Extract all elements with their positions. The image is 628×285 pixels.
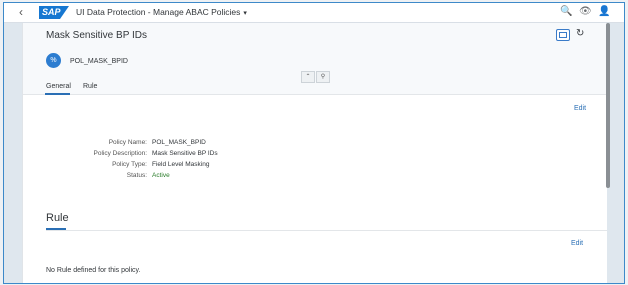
app-title-menu[interactable]: UI Data Protection - Manage ABAC Policie… — [76, 7, 247, 17]
logo-text: SAP — [42, 7, 61, 17]
general-edit-link[interactable]: Edit — [574, 105, 586, 112]
tab-rule[interactable]: Rule — [83, 83, 97, 90]
avatar: % — [46, 53, 61, 68]
tab-selected-indicator — [45, 93, 70, 95]
pin-header-button[interactable]: ⚲ — [316, 71, 330, 83]
app-window: ‹ SAP UI Data Protection - Manage ABAC P… — [3, 2, 625, 284]
sap-logo: SAP — [39, 6, 69, 19]
back-icon[interactable]: ‹ — [19, 5, 23, 19]
refresh-icon[interactable]: ↻ — [576, 28, 584, 39]
policy-type-label: Policy Type: — [112, 161, 147, 168]
rule-empty-text: No Rule defined for this policy. — [46, 267, 141, 274]
object-header: Mask Sensitive BP IDs ↻ % POL_MASK_BPID … — [23, 23, 607, 95]
page-title: Mask Sensitive BP IDs — [46, 30, 147, 41]
eye-icon[interactable]: 👁 — [579, 6, 592, 18]
collapse-header-button[interactable]: ⌃ — [301, 71, 315, 83]
edit-mode-button[interactable] — [556, 29, 570, 41]
status-badge: Active — [152, 172, 170, 179]
scrollbar[interactable] — [606, 23, 610, 188]
policy-name-value: POL_MASK_BPID — [152, 139, 206, 146]
shell-bar: ‹ SAP UI Data Protection - Manage ABAC P… — [4, 3, 624, 23]
divider — [46, 230, 607, 231]
policy-description-label: Policy Description: — [93, 150, 147, 157]
policy-name-label: Policy Name: — [108, 139, 147, 146]
rule-edit-link[interactable]: Edit — [571, 240, 583, 247]
policy-description-value: Mask Sensitive BP IDs — [152, 150, 218, 157]
policy-type-value: Field Level Masking — [152, 161, 210, 168]
status-label: Status: — [126, 172, 147, 179]
object-page: Mask Sensitive BP IDs ↻ % POL_MASK_BPID … — [22, 23, 607, 283]
user-icon[interactable]: 👤 — [598, 6, 610, 18]
app-title: UI Data Protection - Manage ABAC Policie… — [76, 7, 241, 17]
tab-general[interactable]: General — [46, 83, 71, 90]
avatar-label: POL_MASK_BPID — [70, 58, 128, 65]
chevron-down-icon: ▾ — [243, 10, 247, 17]
rule-section-title: Rule — [46, 212, 69, 224]
search-icon[interactable]: 🔍 — [560, 6, 572, 18]
